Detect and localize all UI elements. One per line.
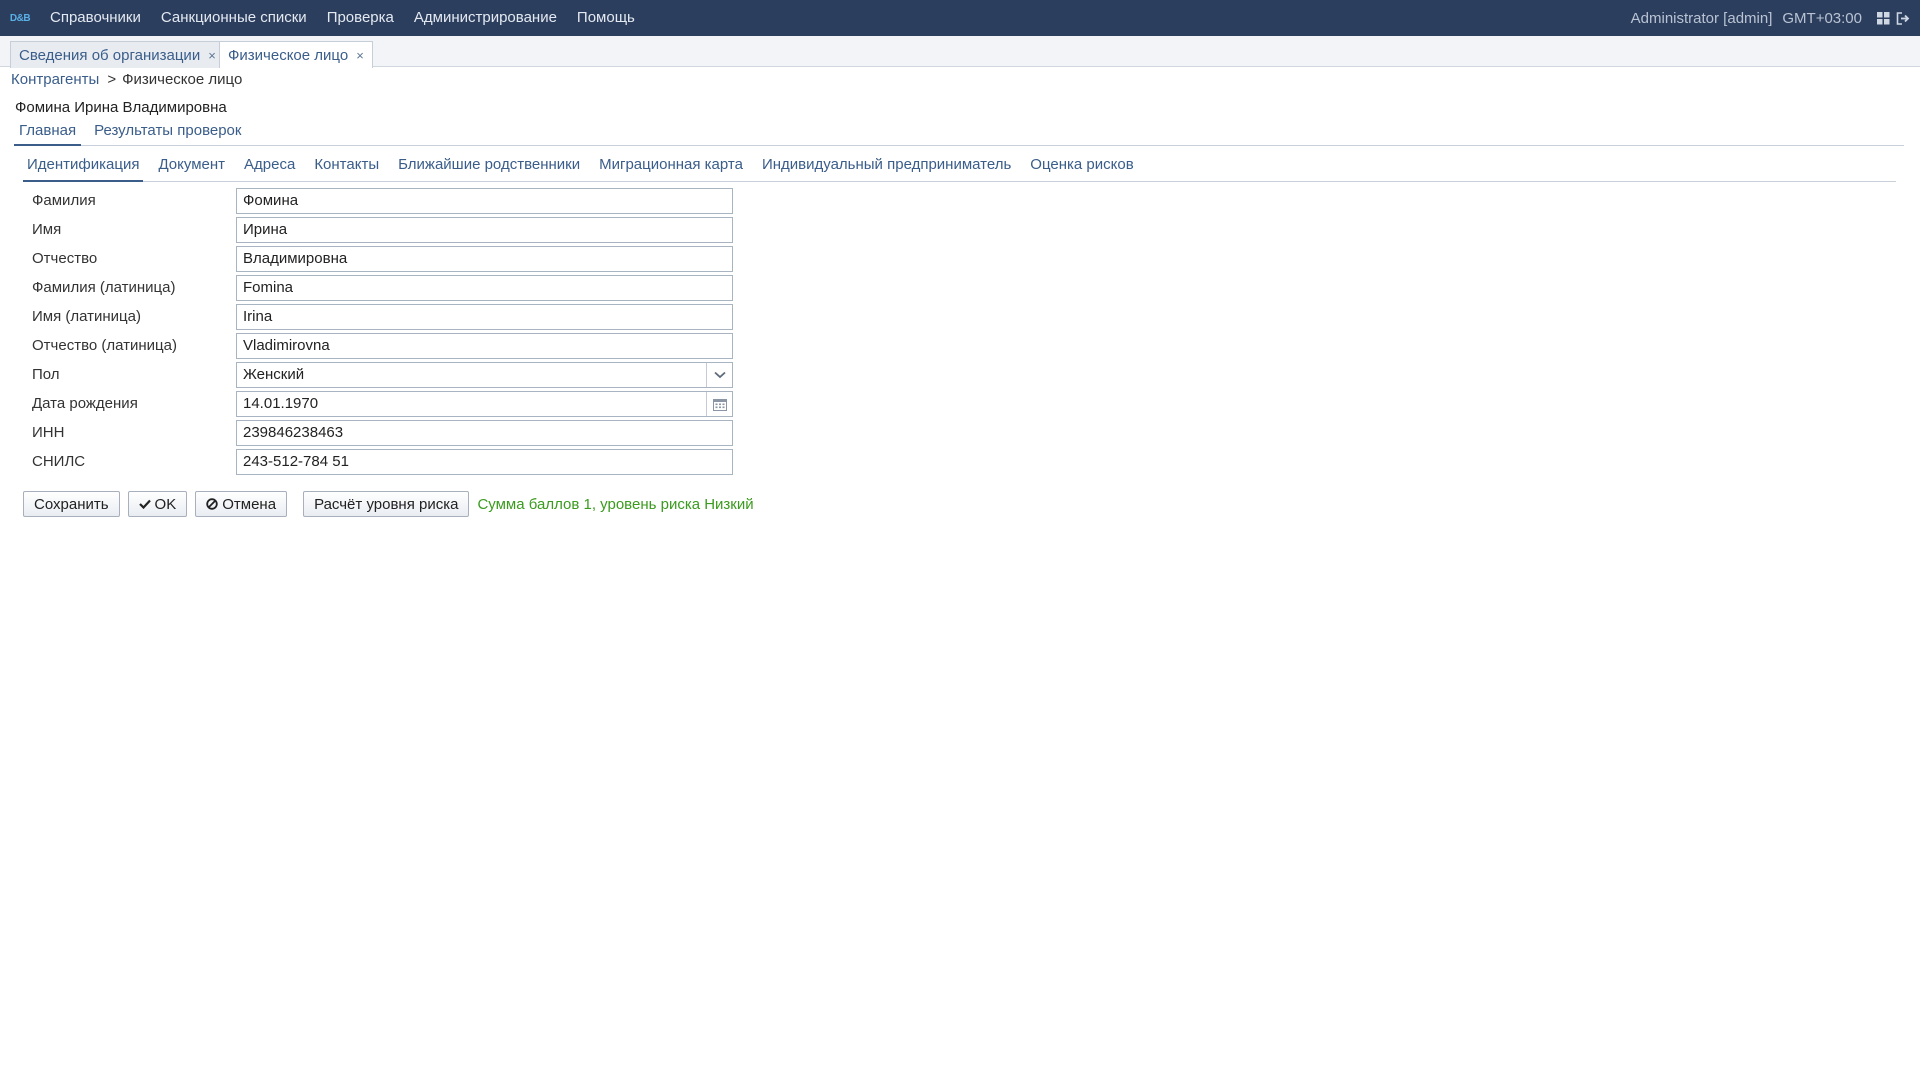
page-title: Фомина Ирина Владимировна [15,99,227,116]
first-name-latin-label: Имя (латиница) [32,308,141,325]
menu-item-check[interactable]: Проверка [317,0,404,36]
tab-addresses[interactable]: Адреса [240,155,299,182]
birth-date-label: Дата рождения [32,395,138,412]
form-row-middle-name: Отчество Владимировна [32,246,733,275]
window-tab-individual[interactable]: Физическое лицо × [219,41,373,68]
last-name-latin-label: Фамилия (латиница) [32,279,176,296]
breadcrumb: Контрагенты > Физическое лицо [11,71,242,88]
tab-contacts[interactable]: Контакты [310,155,383,182]
tab-main[interactable]: Главная [14,119,82,146]
form-row-inn: ИНН 239846238463 [32,420,733,449]
checkmark-icon [138,499,151,509]
ok-button[interactable]: OK [127,491,188,517]
tab-risk-assessment[interactable]: Оценка рисков [1026,155,1137,182]
window-tab-strip: Сведения об организации × Физическое лиц… [0,36,1920,68]
first-name-label: Имя [32,221,62,238]
menu-item-references[interactable]: Справочники [40,0,151,36]
ban-icon [206,498,218,510]
window-tab-label: Сведения об организации [19,46,201,64]
risk-result-text: Сумма баллов 1, уровень риска Низкий [477,495,754,513]
menu-item-administration[interactable]: Администрирование [404,0,567,36]
birth-date-input[interactable]: 14.01.1970 [236,391,733,417]
last-name-input[interactable]: Фомина [236,188,733,214]
form-row-first-name: Имя Ирина [32,217,733,246]
current-user[interactable]: Administrator [admin] [1631,10,1773,27]
last-name-label: Фамилия [32,192,96,209]
birth-date-value: 14.01.1970 [243,395,319,412]
top-navigation-bar: D&B Справочники Санкционные списки Прове… [0,0,1920,36]
snils-label: СНИЛС [32,453,86,470]
inn-label: ИНН [32,424,65,441]
topbar-right: Administrator [admin] GMT+03:00 [1631,0,1920,36]
breadcrumb-link-counterparties[interactable]: Контрагенты [11,71,99,88]
middle-name-latin-label: Отчество (латиница) [32,337,177,354]
save-button-label: Сохранить [34,495,109,513]
window-tab-organization-info[interactable]: Сведения об организации × [10,41,225,68]
close-icon[interactable]: × [356,48,364,63]
risk-calculation-button[interactable]: Расчёт уровня риска [303,491,470,517]
form-row-last-name-latin: Фамилия (латиница) Fomina [32,275,733,304]
middle-name-label: Отчество [32,250,98,267]
last-name-latin-input[interactable]: Fomina [236,275,733,301]
form-row-gender: Пол Женский [32,362,733,391]
tab-sole-proprietor[interactable]: Индивидуальный предприниматель [758,155,1015,182]
form-actions: Сохранить OK Отмена Расчёт уровня риска … [23,491,754,517]
tab-migration-card[interactable]: Миграционная карта [595,155,747,182]
calendar-icon[interactable] [706,392,732,416]
gender-value: Женский [243,366,305,383]
close-icon[interactable]: × [208,48,216,63]
grid-icon[interactable] [1874,9,1892,27]
form-row-last-name: Фамилия Фомина [32,188,733,217]
first-name-latin-input[interactable]: Irina [236,304,733,330]
window-tab-label: Физическое лицо [228,46,349,64]
breadcrumb-current: Физическое лицо [122,71,243,88]
ok-button-label: OK [154,495,177,513]
form-row-birth-date: Дата рождения 14.01.1970 [32,391,733,420]
save-button[interactable]: Сохранить [23,491,120,517]
tab-check-results[interactable]: Результаты проверок [89,119,246,146]
snils-input[interactable]: 243-512-784 51 [236,449,733,475]
tab-relatives[interactable]: Ближайшие родственники [394,155,584,182]
form-row-snils: СНИЛС 243-512-784 51 [32,449,733,478]
gender-select[interactable]: Женский [236,362,733,388]
logout-icon[interactable] [1894,9,1912,27]
main-tabs: Главная Результаты проверок [14,119,1904,146]
form-row-first-name-latin: Имя (латиница) Irina [32,304,733,333]
gender-label: Пол [32,366,60,383]
cancel-button[interactable]: Отмена [195,491,288,517]
risk-calculation-button-label: Расчёт уровня риска [314,495,459,513]
first-name-input[interactable]: Ирина [236,217,733,243]
middle-name-input[interactable]: Владимировна [236,246,733,272]
identification-form: Фамилия Фомина Имя Ирина Отчество Владим… [32,188,733,478]
middle-name-latin-input[interactable]: Vladimirovna [236,333,733,359]
tab-document[interactable]: Документ [154,155,229,182]
chevron-down-icon[interactable] [706,363,732,387]
main-menu: Справочники Санкционные списки Проверка … [40,0,645,36]
cancel-button-label: Отмена [222,495,277,513]
menu-item-sanction-lists[interactable]: Санкционные списки [151,0,317,36]
inn-input[interactable]: 239846238463 [236,420,733,446]
app-logo[interactable]: D&B [0,0,40,36]
form-row-middle-name-latin: Отчество (латиница) Vladimirovna [32,333,733,362]
timezone-label: GMT+03:00 [1782,9,1862,27]
tab-identification[interactable]: Идентификация [23,155,144,182]
sub-tabs: Идентификация Документ Адреса Контакты Б… [23,155,1896,182]
breadcrumb-separator: > [107,71,117,88]
menu-item-help[interactable]: Помощь [567,0,645,36]
